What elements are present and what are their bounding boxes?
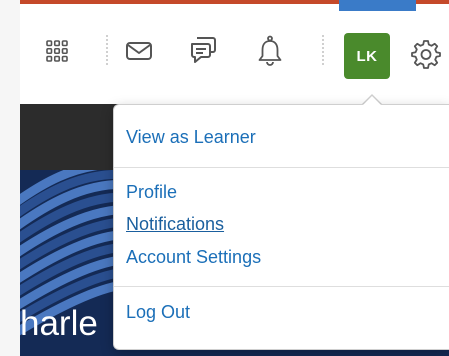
active-tab-indicator [339,0,416,11]
menu-item-notifications[interactable]: Notifications [126,214,224,235]
menu-separator [114,286,449,287]
user-menu-dropdown: View as Learner Profile Notifications Ac… [113,104,449,350]
chat-icon[interactable] [188,34,218,66]
menu-item-profile[interactable]: Profile [126,182,177,203]
gear-icon[interactable] [410,38,442,70]
menu-item-view-as-learner[interactable]: View as Learner [126,127,256,148]
bell-icon[interactable] [256,34,284,68]
menu-item-log-out[interactable]: Log Out [126,302,190,323]
top-navbar: LK [20,0,449,104]
menu-item-account-settings[interactable]: Account Settings [126,247,261,268]
apps-grid-icon[interactable] [44,38,70,64]
course-title-fragment: harle [20,304,98,343]
mail-icon[interactable] [124,38,154,64]
page-left-edge [0,0,20,356]
avatar-initials: LK [356,47,378,65]
dropdown-caret [363,96,381,105]
navbar-divider [106,35,108,65]
user-avatar[interactable]: LK [344,33,390,79]
navbar-divider [322,35,324,65]
menu-separator [114,167,449,168]
